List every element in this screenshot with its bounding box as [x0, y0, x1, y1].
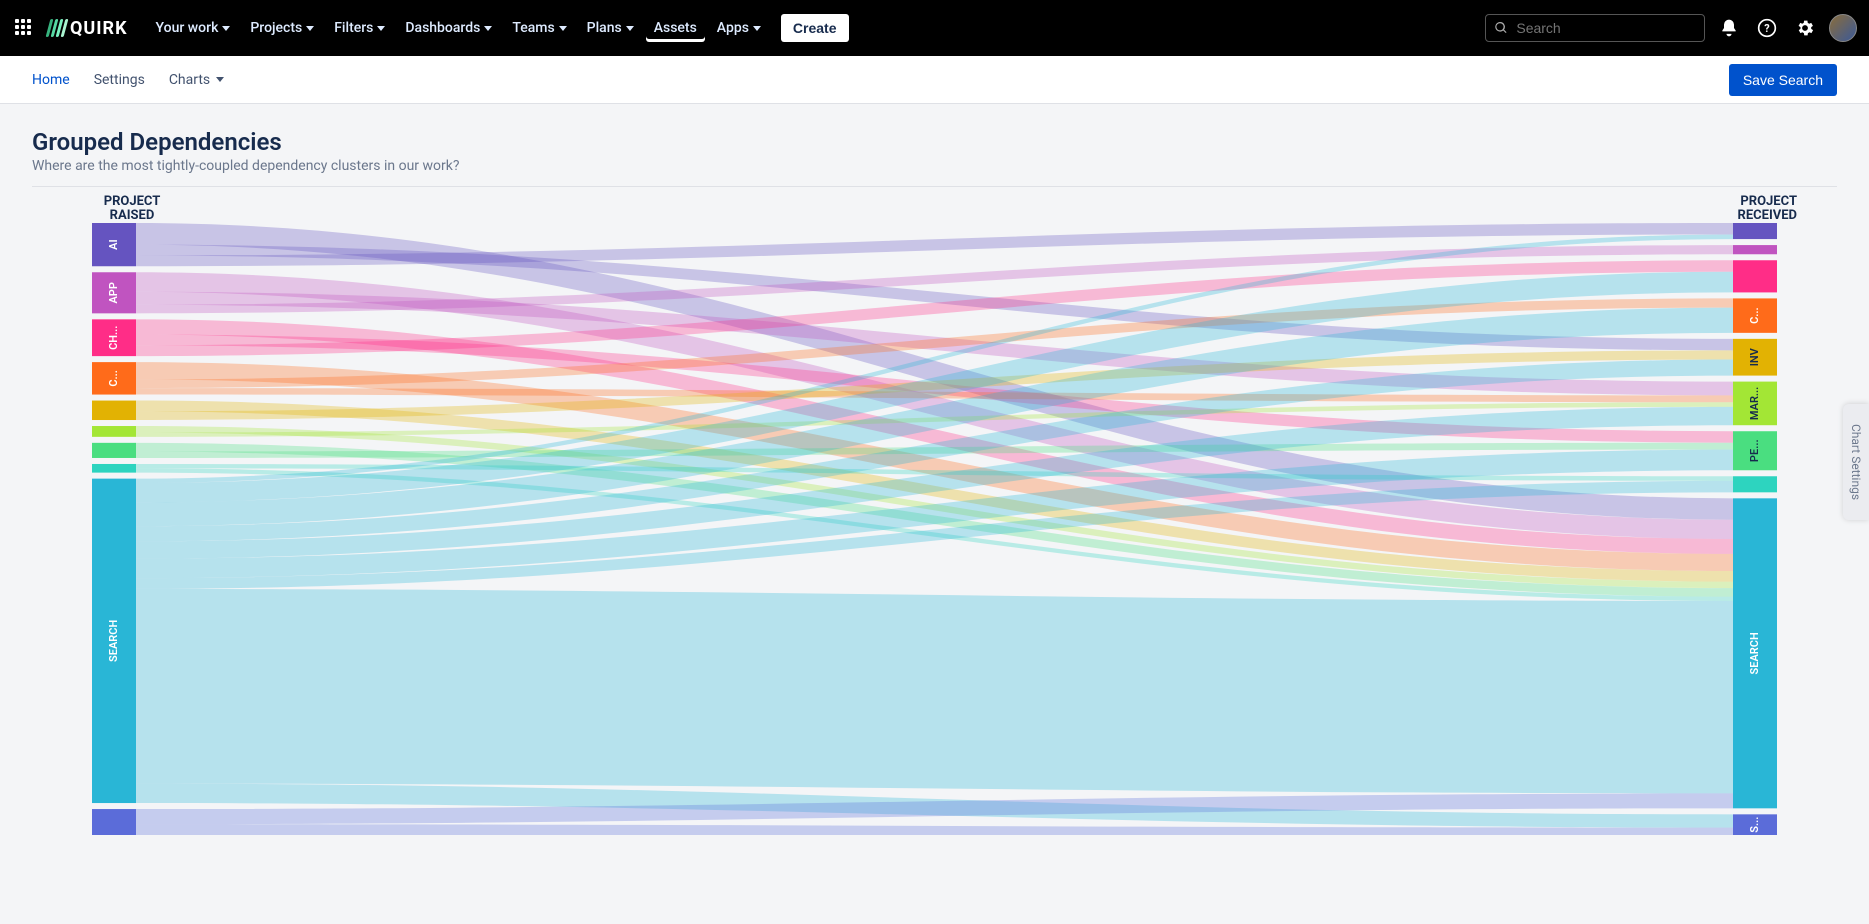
chevron-down-icon [222, 26, 230, 31]
search-input[interactable] [1514, 19, 1696, 37]
sankey-node-label: C... [107, 370, 120, 387]
subnav-home[interactable]: Home [32, 72, 70, 88]
app-switcher-icon[interactable] [12, 16, 36, 40]
nav-assets[interactable]: Assets [646, 14, 705, 42]
global-search[interactable] [1485, 14, 1705, 42]
global-nav: QUIRK Your work Projects Filters Dashboa… [0, 0, 1869, 56]
chevron-down-icon [559, 26, 567, 31]
svg-text:?: ? [1764, 22, 1769, 35]
sankey-node-rAPP[interactable] [1733, 245, 1777, 254]
sankey-node-label: APP [107, 282, 120, 303]
product-logo[interactable]: QUIRK [48, 18, 128, 39]
notifications-icon[interactable] [1715, 14, 1743, 42]
create-button[interactable]: Create [781, 14, 849, 42]
brand-name: QUIRK [70, 18, 128, 39]
nav-your-work[interactable]: Your work [148, 14, 239, 42]
sankey-node-INV[interactable] [92, 401, 136, 420]
sankey-node-MAR[interactable] [92, 426, 136, 437]
chevron-down-icon [377, 26, 385, 31]
axis-label-left: PROJECTRAISED [72, 195, 192, 224]
search-icon [1494, 20, 1508, 36]
user-avatar[interactable] [1829, 14, 1857, 42]
nav-teams[interactable]: Teams [504, 14, 574, 42]
sankey-node-label: SEARCH [1748, 632, 1761, 674]
help-icon[interactable]: ? [1753, 14, 1781, 42]
sankey-node-S2[interactable] [92, 809, 136, 835]
sankey-node-label: MAR... [1748, 387, 1761, 420]
app-subnav: Home Settings Charts Save Search [0, 56, 1869, 104]
page-content: Grouped Dependencies Where are the most … [0, 104, 1869, 859]
page-title: Grouped Dependencies [32, 128, 1837, 156]
divider [32, 186, 1837, 187]
settings-icon[interactable] [1791, 14, 1819, 42]
sankey-node-label: CH... [107, 326, 120, 350]
axis-label-right: PROJECTRECEIVED [1677, 195, 1797, 224]
page-subtitle: Where are the most tightly-coupled depen… [32, 158, 1837, 174]
subnav-settings[interactable]: Settings [94, 72, 145, 88]
nav-plans[interactable]: Plans [579, 14, 642, 42]
chevron-down-icon [216, 77, 224, 82]
nav-apps[interactable]: Apps [709, 14, 769, 42]
sankey-node-label: C... [1748, 307, 1761, 324]
nav-dashboards[interactable]: Dashboards [397, 14, 500, 42]
sankey-node-rAI[interactable] [1733, 223, 1777, 239]
sankey-node-X1[interactable] [92, 464, 136, 473]
sankey-node-PE[interactable] [92, 443, 136, 458]
chart-settings-tab[interactable]: Chart Settings [1843, 404, 1869, 520]
save-search-button[interactable]: Save Search [1729, 64, 1837, 96]
sankey-chart: PROJECTRAISED PROJECTRECEIVED AI APP CH...… [32, 195, 1837, 835]
nav-projects[interactable]: Projects [242, 14, 322, 42]
sankey-node-label: SEARCH [107, 620, 120, 662]
nav-filters[interactable]: Filters [326, 14, 393, 42]
sankey-node-label: PE... [1748, 439, 1761, 462]
chevron-down-icon [626, 26, 634, 31]
sankey-link[interactable] [136, 589, 1733, 793]
sankey-node-rCH[interactable] [1733, 260, 1777, 292]
primary-nav: Your work Projects Filters Dashboards Te… [148, 14, 849, 42]
subnav-charts[interactable]: Charts [169, 72, 224, 88]
sankey-node-rX1[interactable] [1733, 476, 1777, 492]
sankey-node-label: INV [1748, 347, 1761, 366]
sankey-node-label: AI [107, 239, 120, 250]
sankey-node-label: S... [1748, 817, 1761, 833]
chevron-down-icon [306, 26, 314, 31]
logo-bars-icon [48, 19, 66, 37]
chevron-down-icon [484, 26, 492, 31]
chevron-down-icon [753, 26, 761, 31]
